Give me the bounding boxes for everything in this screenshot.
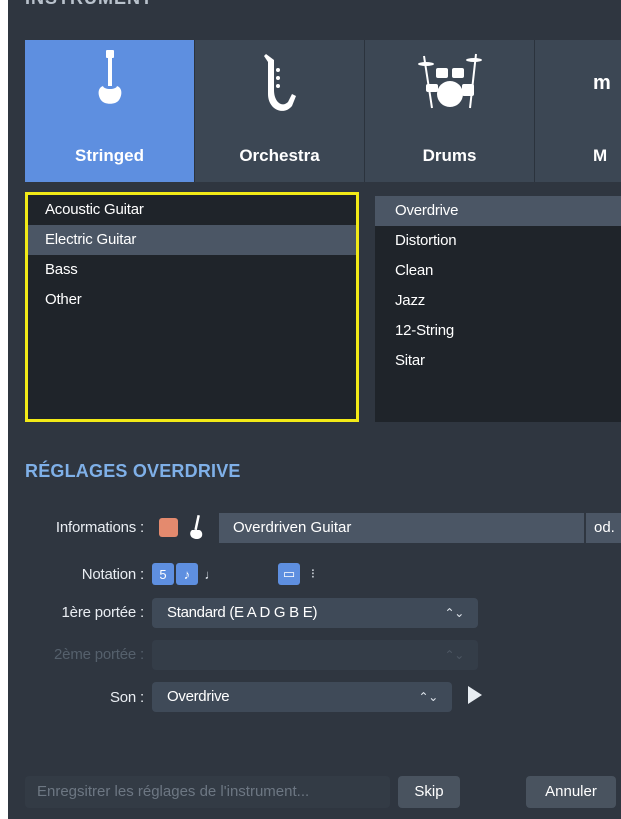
updown-chevron-icon: ⌃⌄ bbox=[418, 690, 438, 704]
settings-title: RÉGLAGES OVERDRIVE bbox=[25, 461, 241, 481]
informations-label: Informations : bbox=[55, 519, 144, 536]
instrument-name-field[interactable]: Overdriven Guitar bbox=[219, 513, 584, 543]
tab-label: Drums bbox=[422, 146, 477, 165]
cancel-button[interactable]: Annuler bbox=[526, 776, 616, 808]
sound-select[interactable]: Overdrive ⌃⌄ bbox=[152, 682, 452, 712]
play-icon[interactable] bbox=[468, 686, 482, 704]
keyboard-icon: m bbox=[593, 72, 611, 94]
electric-guitar-icon bbox=[95, 50, 125, 115]
single-staff-button[interactable]: ▭ bbox=[278, 563, 300, 585]
save-settings-input[interactable]: Enregsitrer les réglages de l'instrument… bbox=[25, 776, 390, 808]
saxophone-icon bbox=[260, 50, 300, 121]
tab-notation-button[interactable]: 5 bbox=[152, 563, 174, 585]
tab-drums[interactable]: Drums bbox=[365, 40, 535, 182]
updown-chevron-icon: ⌃⌄ bbox=[444, 648, 464, 662]
preset-list: Overdrive Distortion Clean Jazz 12-Strin… bbox=[375, 196, 621, 422]
list-item[interactable]: 12-String bbox=[375, 316, 621, 346]
skip-button[interactable]: Skip bbox=[398, 776, 460, 808]
guitar-icon[interactable] bbox=[189, 514, 205, 545]
list-item[interactable]: Distortion bbox=[375, 226, 621, 256]
tab-orchestra[interactable]: Orchestra bbox=[195, 40, 365, 182]
first-staff-select[interactable]: Standard (E A D G B E) ⌃⌄ bbox=[152, 598, 478, 628]
list-item[interactable]: Bass bbox=[28, 255, 356, 285]
standard-notation-button[interactable]: ♪ bbox=[176, 563, 198, 585]
instrument-list: Acoustic Guitar Electric Guitar Bass Oth… bbox=[25, 192, 359, 422]
first-staff-value: Standard (E A D G B E) bbox=[167, 604, 318, 621]
color-swatch[interactable] bbox=[159, 518, 178, 537]
list-item[interactable]: Clean bbox=[375, 256, 621, 286]
second-staff-select: ⌃⌄ bbox=[152, 640, 478, 670]
category-tabs: Stringed Orchestra Drums m M bbox=[25, 40, 621, 182]
list-item-selected[interactable]: Overdrive bbox=[375, 196, 621, 226]
tab-label: Stringed bbox=[75, 146, 144, 165]
tab-stringed[interactable]: Stringed bbox=[25, 40, 195, 182]
first-staff-label: 1ère portée : bbox=[61, 604, 145, 621]
slash-notation-button[interactable]: ♩ bbox=[200, 563, 222, 585]
tab-label: Orchestra bbox=[239, 146, 320, 165]
sound-value: Overdrive bbox=[167, 688, 230, 705]
list-item[interactable]: Sitar bbox=[375, 346, 621, 376]
notation-label: Notation : bbox=[81, 566, 144, 583]
updown-chevron-icon: ⌃⌄ bbox=[444, 606, 464, 620]
instrument-section-title: INSTRUMENT bbox=[25, 0, 153, 9]
tab-more[interactable]: m M bbox=[535, 40, 621, 182]
abbreviation-field[interactable]: od. bbox=[586, 513, 621, 543]
list-item[interactable]: Jazz bbox=[375, 286, 621, 316]
list-item[interactable]: Other bbox=[28, 285, 356, 315]
window-edge bbox=[0, 0, 8, 819]
drum-kit-icon bbox=[417, 50, 482, 119]
list-item-selected[interactable]: Electric Guitar bbox=[28, 225, 356, 255]
second-staff-label: 2ème portée : bbox=[54, 646, 144, 663]
sound-label: Son : bbox=[109, 689, 144, 706]
grand-staff-button[interactable]: ⁝ bbox=[302, 563, 324, 585]
tab-label: M bbox=[593, 146, 608, 165]
list-item[interactable]: Acoustic Guitar bbox=[28, 195, 356, 225]
